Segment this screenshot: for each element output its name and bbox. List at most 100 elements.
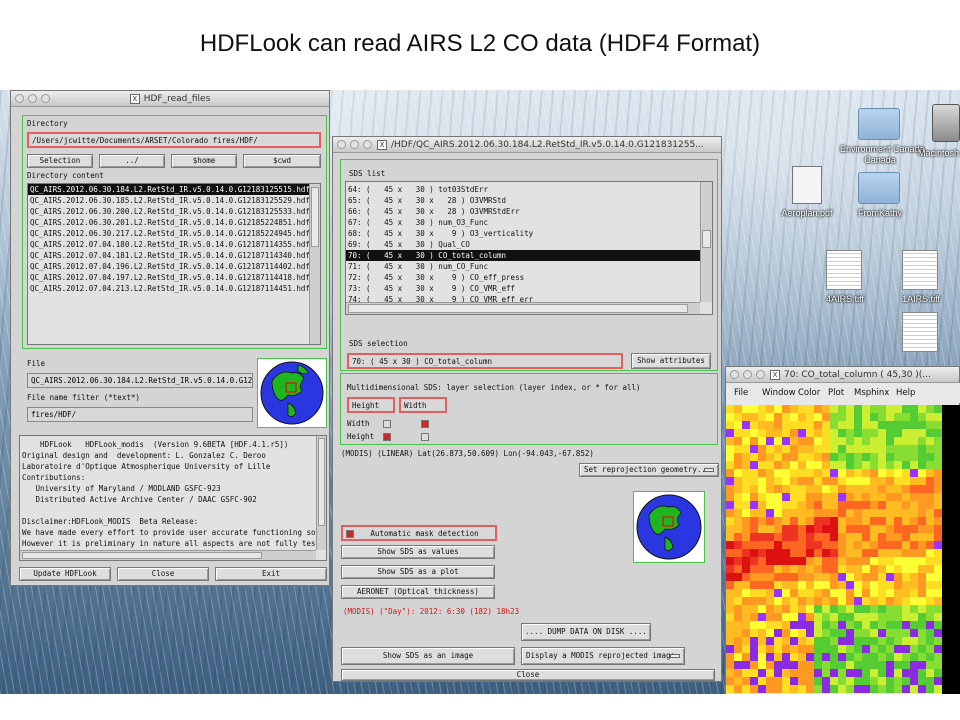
show-attributes-button[interactable]: Show attributes xyxy=(631,353,711,369)
close-window-icon[interactable] xyxy=(337,140,346,149)
sds-list-item[interactable]: 73: ( 45 x 30 x 9 ) CO_VMR_eff xyxy=(346,283,712,294)
sds-list-item[interactable]: 65: ( 45 x 30 x 28 ) O3VMRStd xyxy=(346,195,712,206)
auto-mask-checkbox[interactable] xyxy=(346,530,354,538)
window-titlebar[interactable]: X HDF_read_files xyxy=(11,91,329,107)
sds-list-item[interactable]: 69: ( 45 x 30 ) Qual_CO xyxy=(346,239,712,250)
tiff-file-icon[interactable] xyxy=(902,312,938,352)
co-total-column-window[interactable]: X 70: CO_total_column ( 45,30 )(... File … xyxy=(725,366,960,694)
tiff-file-icon[interactable] xyxy=(902,250,938,290)
menu-msphinx[interactable]: Msphinx xyxy=(854,388,889,398)
show-image-button[interactable]: Show SDS as an image xyxy=(341,647,515,665)
tiff-file-icon[interactable] xyxy=(826,250,862,290)
exit-button[interactable]: Exit xyxy=(215,567,327,581)
scroll-thumb[interactable] xyxy=(311,187,319,247)
width-toggle-1[interactable] xyxy=(383,420,391,428)
sds-list-scrollbar[interactable] xyxy=(700,182,712,302)
heatmap-cell xyxy=(918,565,926,573)
scroll-thumb[interactable] xyxy=(318,438,325,526)
qc-airs-window[interactable]: X/HDF/QC_AIRS.2012.06.30.184.L2.RetStd_I… xyxy=(332,136,722,682)
sds-list-item[interactable]: 68: ( 45 x 30 x 9 ) O3_verticality xyxy=(346,228,712,239)
file-list-item[interactable]: QC_AIRS.2012.07.04.181.L2.RetStd_IR.v5.0… xyxy=(28,250,320,261)
file-list-item[interactable]: QC_AIRS.2012.06.30.217.L2.RetStd_IR.v5.0… xyxy=(28,228,320,239)
file-list-scrollbar[interactable] xyxy=(309,184,320,344)
reprojection-menu[interactable]: Set reprojection geometry... xyxy=(579,463,719,477)
dump-data-button[interactable]: .... DUMP DATA ON DISK .... xyxy=(521,623,651,641)
filter-input[interactable]: fires/HDF/ xyxy=(27,407,253,422)
hdf-read-files-window[interactable]: X HDF_read_files Directory /Users/jcwitte… xyxy=(10,90,330,586)
file-list[interactable]: QC_AIRS.2012.06.30.184.L2.RetStd_IR.v5.0… xyxy=(27,183,321,345)
minimize-window-icon[interactable] xyxy=(743,370,752,379)
update-hdflook-button[interactable]: Update HDFLook xyxy=(19,567,111,581)
info-scrollbar-v[interactable] xyxy=(316,436,326,550)
show-values-button[interactable]: Show SDS as values xyxy=(341,545,495,559)
sds-list-scrollbar-h[interactable] xyxy=(346,302,700,314)
zoom-window-icon[interactable] xyxy=(756,370,765,379)
sds-selection-input[interactable]: 70: ( 45 x 30 ) CO_total_column xyxy=(347,353,623,369)
zoom-window-icon[interactable] xyxy=(363,140,372,149)
desktop-label-environment-canada[interactable]: Environment Canada xyxy=(840,144,925,154)
close-button[interactable]: Close xyxy=(117,567,209,581)
height-toggle-1[interactable] xyxy=(383,433,391,441)
parent-dir-button[interactable]: ../ xyxy=(99,154,165,168)
show-plot-button[interactable]: Show SDS as a plot xyxy=(341,565,495,579)
file-list-item[interactable]: QC_AIRS.2012.07.04.213.L2.RetStd_IR.v5.0… xyxy=(28,283,320,294)
auto-mask-toggle[interactable]: Automatic mask detection xyxy=(341,525,497,541)
close-window-icon[interactable] xyxy=(730,370,739,379)
pdf-file-icon[interactable] xyxy=(792,166,822,204)
menu-color[interactable]: Color xyxy=(798,388,820,398)
heatmap-cell xyxy=(926,405,934,413)
home-dir-button[interactable]: $home xyxy=(171,154,237,168)
sds-list-item[interactable]: 72: ( 45 x 30 x 9 ) CO_eff_press xyxy=(346,272,712,283)
file-list-item[interactable]: QC_AIRS.2012.07.04.197.L2.RetStd_IR.v5.0… xyxy=(28,272,320,283)
sds-list-item[interactable]: 66: ( 45 x 30 x 28 ) O3VMRStdErr xyxy=(346,206,712,217)
desktop-label-fromkathy[interactable]: FromKathy xyxy=(840,208,920,218)
file-list-item[interactable]: QC_AIRS.2012.06.30.201.L2.RetStd_IR.v5.0… xyxy=(28,217,320,228)
file-list-item[interactable]: QC_AIRS.2012.06.30.184.L2.RetStd_IR.v5.0… xyxy=(28,184,320,195)
minimize-window-icon[interactable] xyxy=(350,140,359,149)
width-layer-input[interactable]: Width xyxy=(399,397,447,413)
heatmap-cell xyxy=(878,573,886,581)
desktop-label-aeroplan-pdf[interactable]: Aeroplan.pdf xyxy=(772,208,842,218)
height-toggle-2[interactable] xyxy=(421,433,429,441)
height-layer-input[interactable]: Height xyxy=(347,397,395,413)
menu-help[interactable]: Help xyxy=(896,388,915,398)
menu-plot[interactable]: Plot xyxy=(828,388,844,398)
selection-button[interactable]: Selection xyxy=(27,154,93,168)
display-reprojected-menu[interactable]: Display a MODIS reprojected image xyxy=(521,647,685,665)
menu-window[interactable]: Window xyxy=(762,388,796,398)
minimize-window-icon[interactable] xyxy=(28,94,37,103)
scroll-thumb[interactable] xyxy=(22,552,262,559)
width-toggle-2[interactable] xyxy=(421,420,429,428)
folder-icon[interactable] xyxy=(858,108,900,140)
folder-icon[interactable] xyxy=(858,172,900,204)
file-list-item[interactable]: QC_AIRS.2012.07.04.196.L2.RetStd_IR.v5.0… xyxy=(28,261,320,272)
scroll-thumb[interactable] xyxy=(348,304,688,313)
close-button[interactable]: Close xyxy=(341,669,715,681)
desktop-label-4airs-tiff[interactable]: 4AIRS.tiff xyxy=(810,294,880,304)
aeronet-button[interactable]: AERONET (Optical thickness) xyxy=(341,585,495,599)
co-heatmap-image[interactable] xyxy=(726,405,942,694)
heatmap-cell xyxy=(870,597,878,605)
zoom-window-icon[interactable] xyxy=(41,94,50,103)
scroll-thumb[interactable] xyxy=(702,230,711,248)
sds-list-item[interactable]: 71: ( 45 x 30 ) num_CO_Func xyxy=(346,261,712,272)
window-titlebar[interactable]: X 70: CO_total_column ( 45,30 )(... xyxy=(726,367,959,383)
file-input[interactable]: QC_AIRS.2012.06.30.184.L2.RetStd_IR.v5.0… xyxy=(27,373,253,388)
menu-file[interactable]: File xyxy=(734,388,748,398)
desktop-label-1airs-tiff[interactable]: 1AIRS.tiff xyxy=(886,294,956,304)
cwd-button[interactable]: $cwd xyxy=(243,154,321,168)
close-window-icon[interactable] xyxy=(15,94,24,103)
sds-list-item[interactable]: 70: ( 45 x 30 ) CO_total_column xyxy=(346,250,712,261)
file-list-item[interactable]: QC_AIRS.2012.07.04.180.L2.RetStd_IR.v5.0… xyxy=(28,239,320,250)
directory-input[interactable]: /Users/jcwitte/Documents/ARSET/Colorado … xyxy=(27,132,321,148)
sds-list[interactable]: 64: ( 45 x 30 ) tot03StdErr 65: ( 45 x 30… xyxy=(345,181,713,315)
heatmap-cell xyxy=(742,549,750,557)
file-list-item[interactable]: QC_AIRS.2012.06.30.200.L2.RetStd_IR.v5.0… xyxy=(28,206,320,217)
sds-list-item[interactable]: 67: ( 45 x 30 ) num_O3_Func xyxy=(346,217,712,228)
info-scrollbar-h[interactable] xyxy=(20,550,316,560)
window-titlebar[interactable]: X/HDF/QC_AIRS.2012.06.30.184.L2.RetStd_I… xyxy=(333,137,721,153)
sds-list-item[interactable]: 64: ( 45 x 30 ) tot03StdErr xyxy=(346,184,712,195)
file-list-item[interactable]: QC_AIRS.2012.06.30.185.L2.RetStd_IR.v5.0… xyxy=(28,195,320,206)
hard-drive-icon[interactable] xyxy=(932,104,960,142)
desktop-label-macintosh[interactable]: Macintosh xyxy=(918,148,960,158)
